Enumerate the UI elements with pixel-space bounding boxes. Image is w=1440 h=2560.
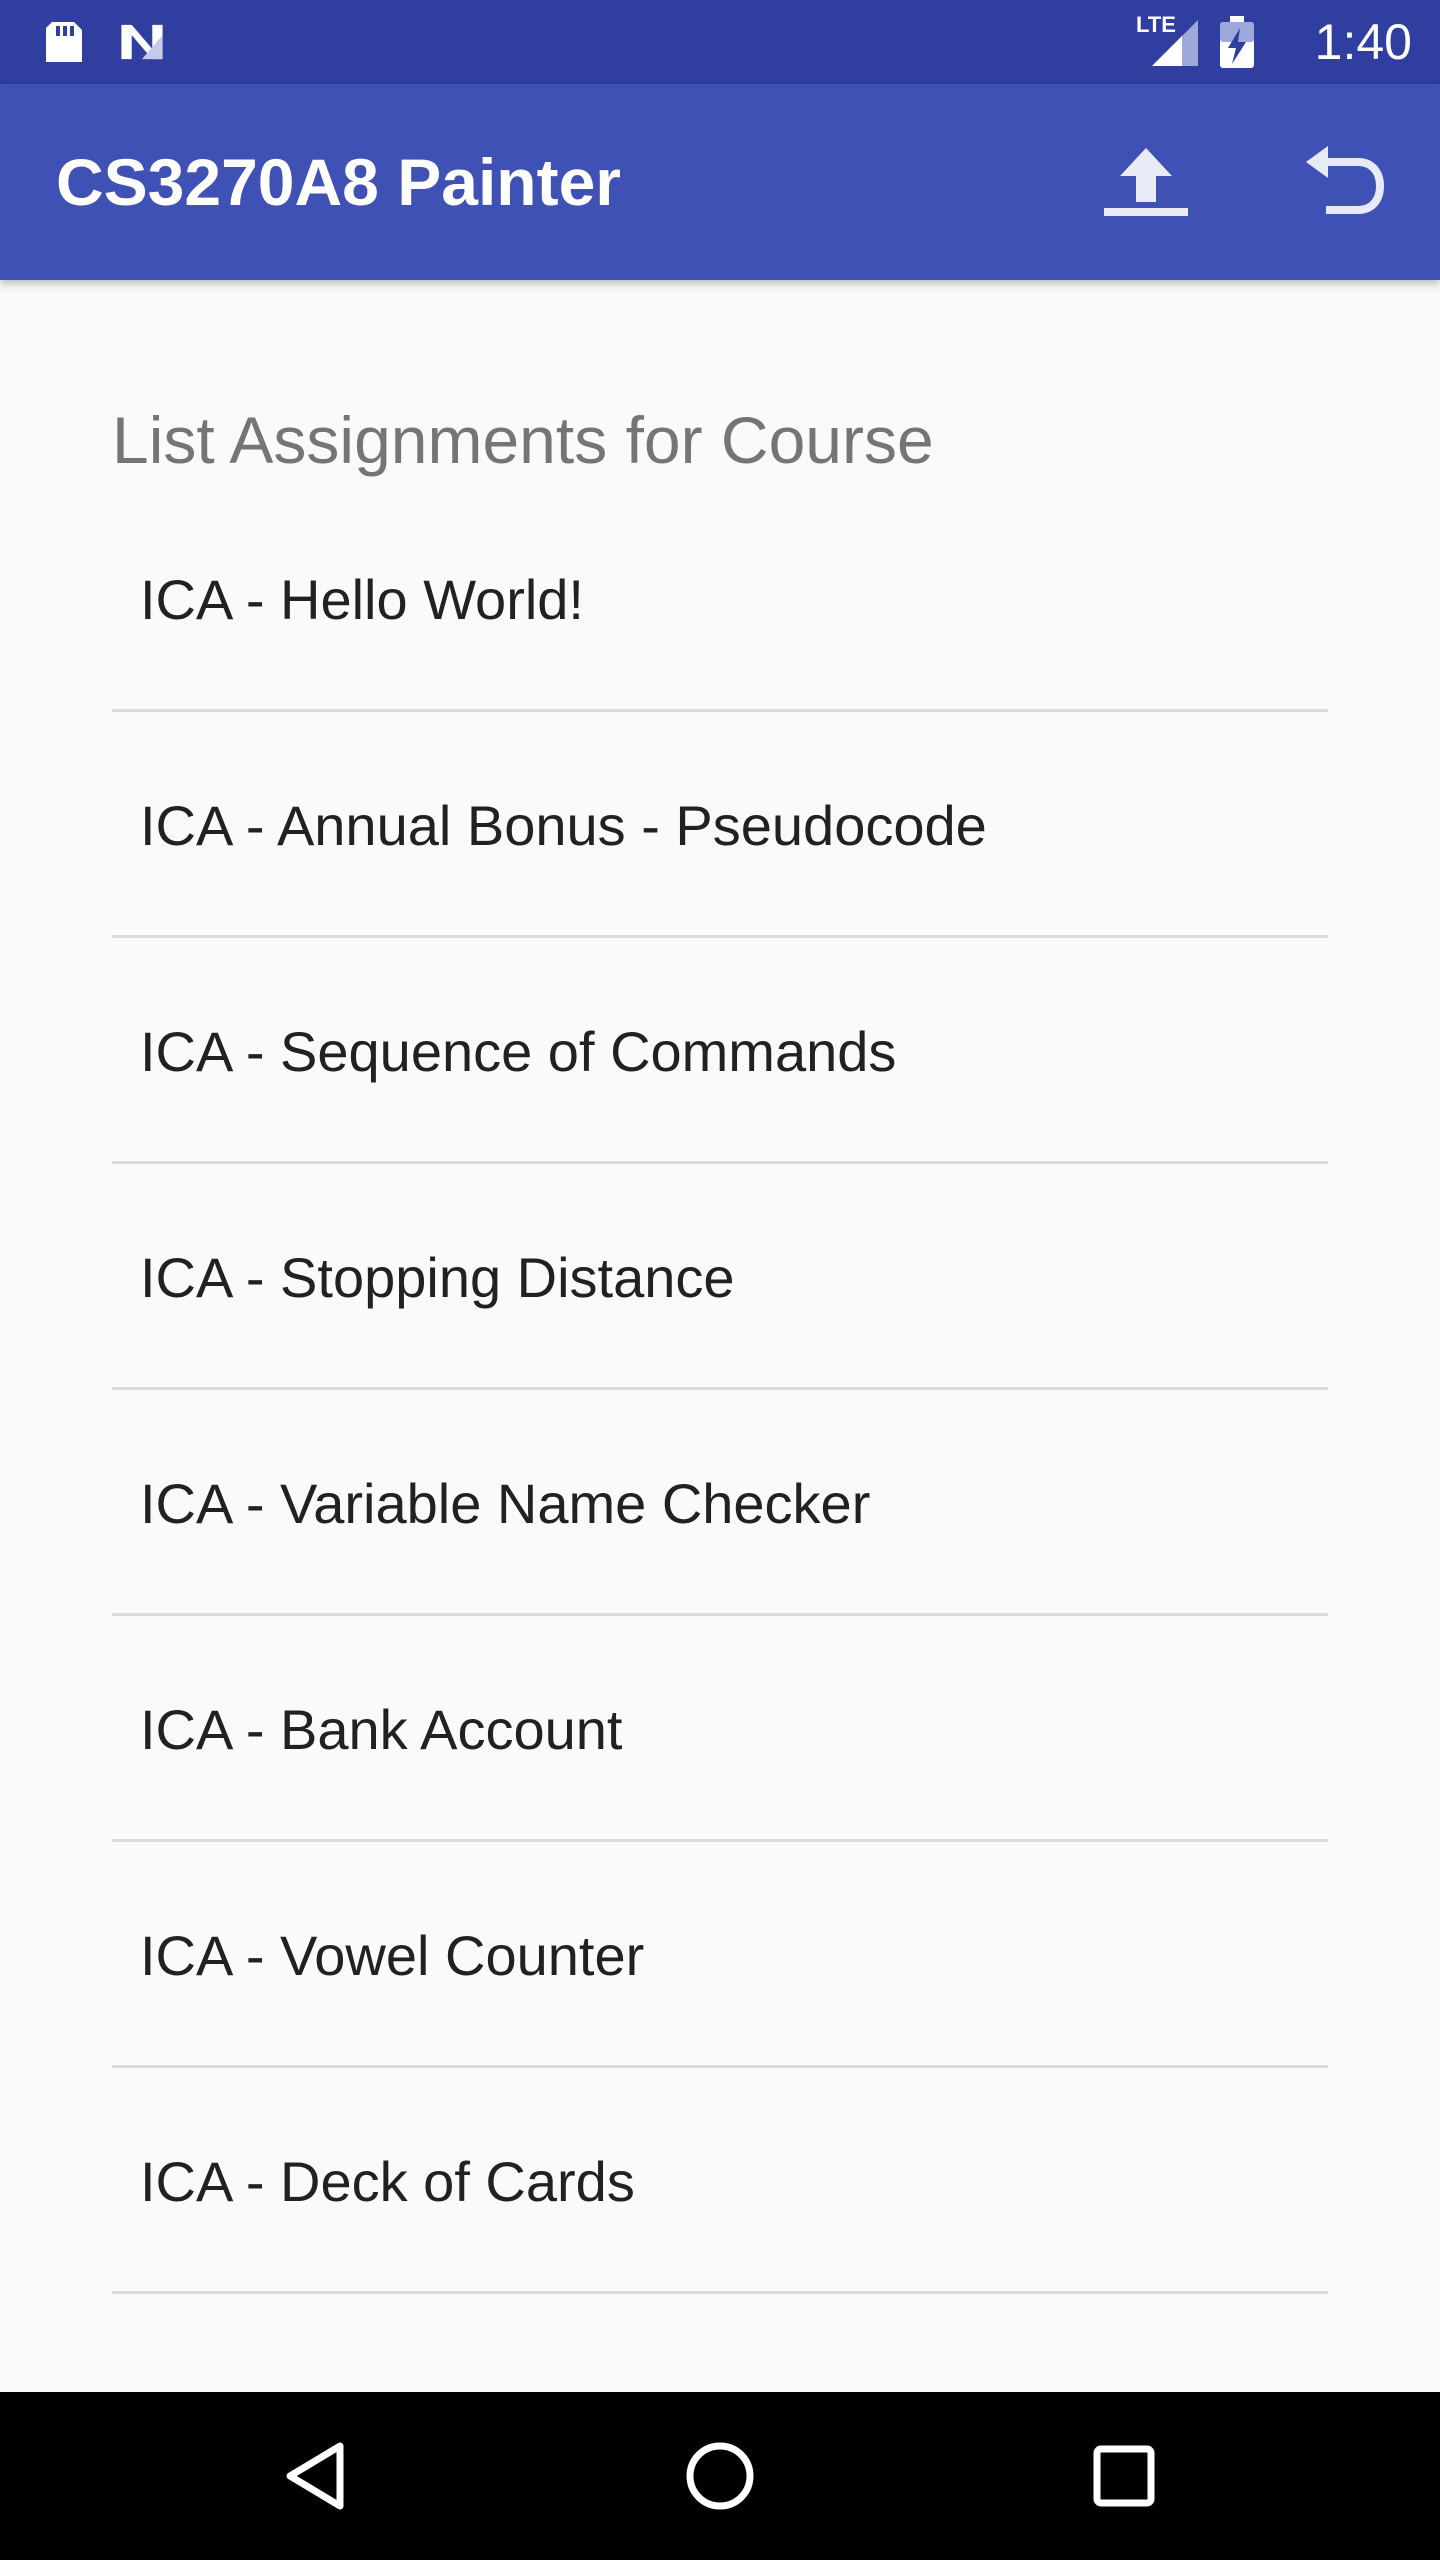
recents-button[interactable] xyxy=(1054,2416,1194,2536)
home-icon xyxy=(686,2442,754,2510)
list-item-label: ICA - Stopping Distance xyxy=(140,1246,735,1309)
network-type-label: LTE xyxy=(1136,12,1176,37)
navigation-bar xyxy=(0,2392,1440,2560)
back-icon xyxy=(286,2442,344,2510)
list-item[interactable]: ICA - Annual Bonus - Pseudocode xyxy=(112,712,1328,938)
list-item[interactable]: ICA - Hello World! xyxy=(112,510,1328,712)
signal-icon: LTE xyxy=(1136,12,1200,68)
app-screen: LTE 1:40 CS3270A8 Painter List Assignmen… xyxy=(0,0,1440,2560)
app-bar: CS3270A8 Painter xyxy=(0,84,1440,280)
list-item[interactable]: ICA - Vowel Counter xyxy=(112,1842,1328,2068)
undo-button[interactable] xyxy=(1284,122,1404,242)
main-content: List Assignments for Course ICA - Hello … xyxy=(0,280,1440,2392)
list-item-label: ICA - Annual Bonus - Pseudocode xyxy=(140,794,987,857)
upload-button[interactable] xyxy=(1086,122,1206,242)
notification-n-icon xyxy=(121,24,163,60)
list-item[interactable]: ICA - Sequence of Commands xyxy=(112,938,1328,1164)
list-item[interactable]: ICA - Stopping Distance xyxy=(112,1164,1328,1390)
home-button[interactable] xyxy=(650,2416,790,2536)
upload-icon xyxy=(1104,148,1188,216)
list-item-label: ICA - Sequence of Commands xyxy=(140,1020,897,1083)
app-title: CS3270A8 Painter xyxy=(56,145,621,219)
list-item[interactable]: ICA - Variable Name Checker xyxy=(112,1390,1328,1616)
status-time: 1:40 xyxy=(1314,14,1412,70)
list-item-label: ICA - Bank Account xyxy=(140,1698,623,1761)
status-bar: LTE 1:40 xyxy=(0,0,1440,84)
list-item-label: ICA - Hello World! xyxy=(140,568,584,631)
list-item-label: ICA - Variable Name Checker xyxy=(140,1472,871,1535)
recents-icon xyxy=(1093,2445,1155,2507)
assignment-list: ICA - Hello World! ICA - Annual Bonus - … xyxy=(112,510,1328,2294)
section-title: List Assignments for Course xyxy=(112,403,934,477)
back-button[interactable] xyxy=(246,2416,386,2536)
list-item-label: ICA - Vowel Counter xyxy=(140,1924,645,1987)
battery-charging-icon xyxy=(1220,16,1254,68)
list-item[interactable]: ICA - Deck of Cards xyxy=(112,2068,1328,2294)
list-item[interactable]: ICA - Bank Account xyxy=(112,1616,1328,1842)
list-item-label: ICA - Deck of Cards xyxy=(140,2150,635,2213)
undo-icon xyxy=(1306,146,1385,214)
sd-card-icon xyxy=(46,22,82,62)
